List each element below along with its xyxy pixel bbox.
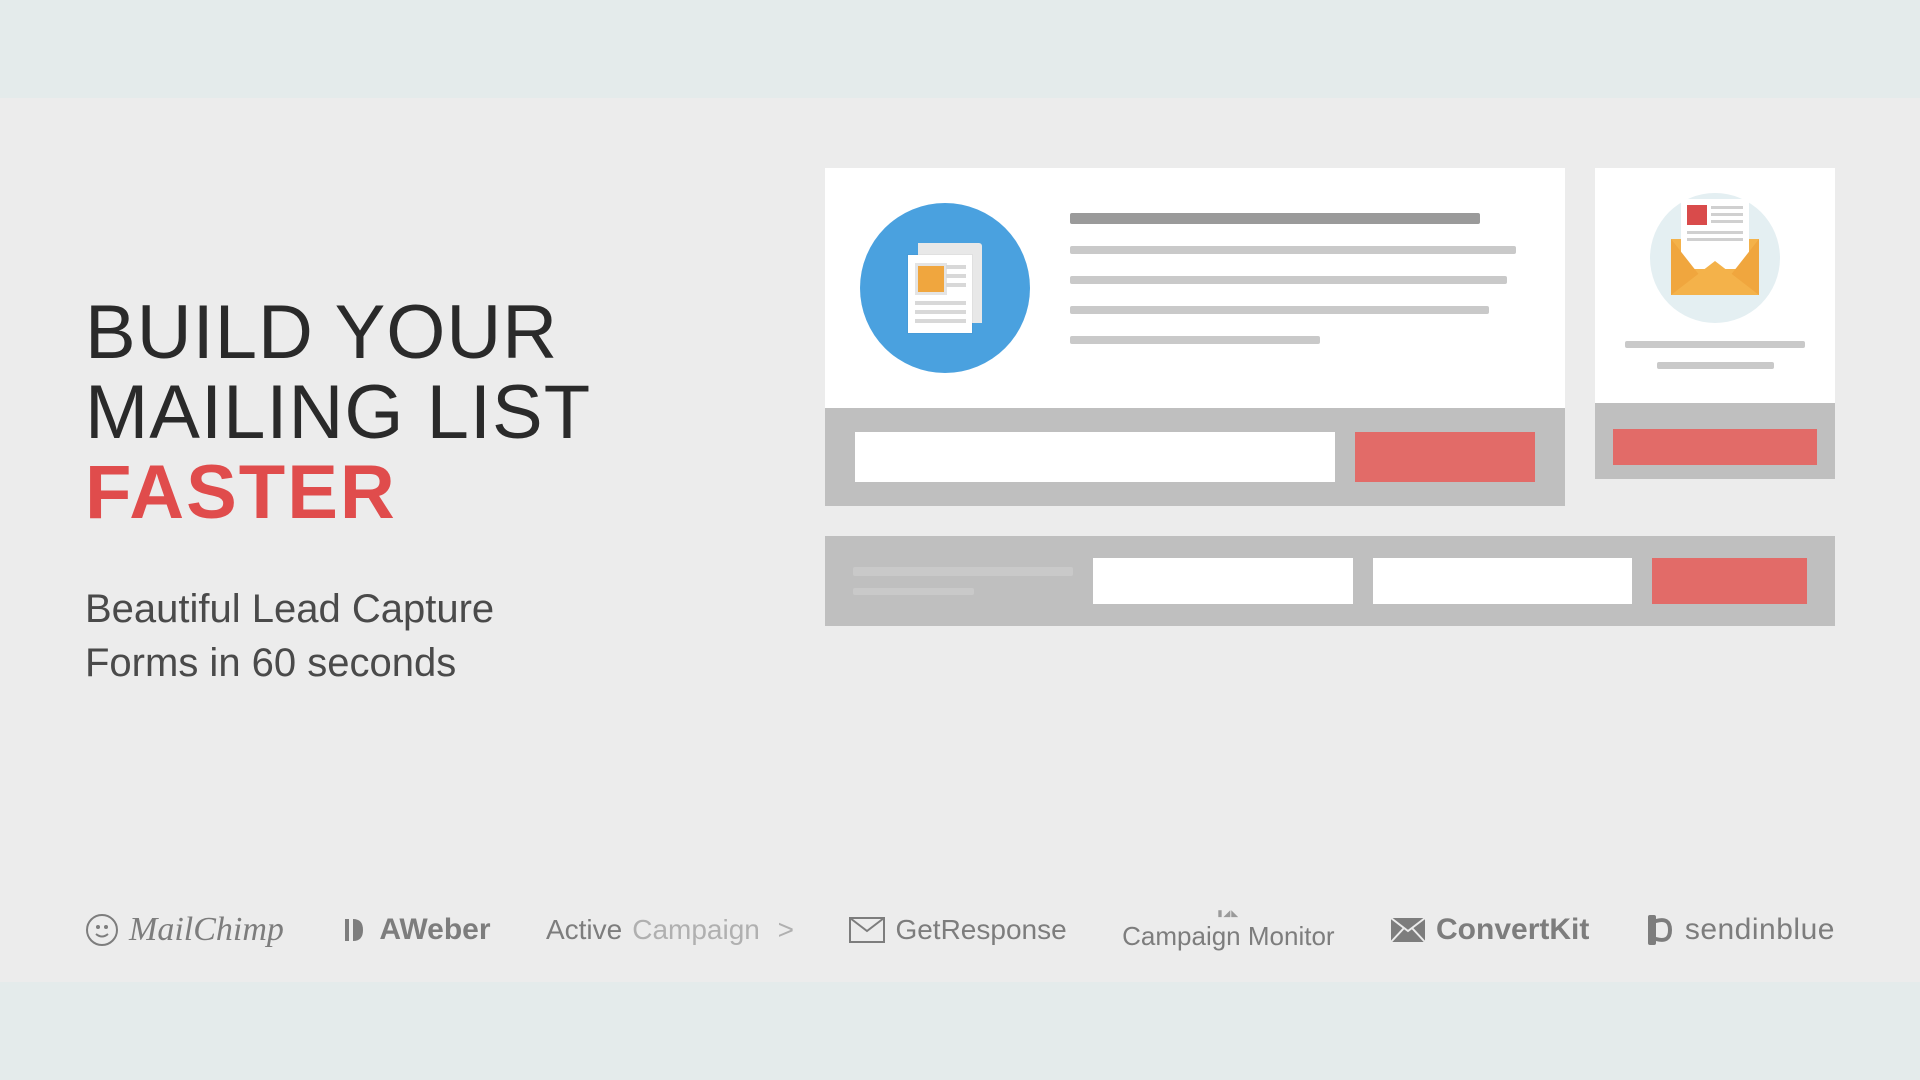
headline: BUILD YOUR MAILING LIST FASTER: [85, 293, 785, 532]
aweber-logo: AWeber: [339, 913, 490, 947]
email-input-mock: [855, 432, 1335, 482]
form-mock-wide-content: [825, 168, 1565, 408]
form-mock-wide-inputs: [825, 408, 1565, 506]
form-mock-narrow-content: [1595, 168, 1835, 403]
subheadline-line1: Beautiful Lead Capture: [85, 582, 785, 636]
convertkit-label: ConvertKit: [1436, 913, 1589, 947]
mailchimp-icon: [85, 913, 119, 947]
submit-button-mock: [1652, 558, 1807, 604]
name-input-mock: [1093, 558, 1353, 604]
subheadline: Beautiful Lead Capture Forms in 60 secon…: [85, 582, 785, 690]
envelope-icon: [1650, 193, 1780, 323]
integration-logos: MailChimp AWeber Active Campaign > GetRes…: [85, 868, 1835, 952]
placeholder-text-lines: [853, 567, 1073, 595]
aweber-icon: [339, 915, 369, 945]
subheadline-line2: Forms in 60 seconds: [85, 636, 785, 690]
campaignmonitor-logo: ▮◢◣ Campaign Monitor: [1122, 908, 1334, 952]
aweber-label: AWeber: [379, 913, 490, 947]
placeholder-text-lines: [1070, 203, 1525, 366]
campaignmonitor-label: Campaign Monitor: [1122, 921, 1334, 952]
activecampaign-label-a: Active: [546, 914, 622, 946]
convertkit-logo: ConvertKit: [1390, 913, 1589, 947]
form-mock-narrow-inputs: [1595, 403, 1835, 479]
form-mockups: [825, 168, 1835, 868]
headline-line2: MAILING LIST: [85, 373, 785, 453]
submit-button-mock: [1355, 432, 1535, 482]
mailchimp-logo: MailChimp: [85, 911, 284, 949]
promo-banner: BUILD YOUR MAILING LIST FASTER Beautiful…: [0, 98, 1920, 982]
form-row-1: [825, 168, 1835, 506]
envelope-icon: [1390, 917, 1426, 943]
newsletter-icon: [860, 203, 1030, 373]
submit-button-mock: [1613, 429, 1817, 465]
sendinblue-logo: sendinblue: [1645, 913, 1835, 947]
form-mock-bar: [825, 536, 1835, 626]
top-section: BUILD YOUR MAILING LIST FASTER Beautiful…: [85, 168, 1835, 868]
email-input-mock: [1373, 558, 1633, 604]
form-mock-wide: [825, 168, 1565, 506]
getresponse-label: GetResponse: [895, 914, 1066, 946]
hero-text: BUILD YOUR MAILING LIST FASTER Beautiful…: [85, 168, 785, 868]
headline-accent: FASTER: [85, 453, 785, 533]
document-icon: [908, 243, 982, 333]
getresponse-logo: GetResponse: [849, 914, 1066, 946]
campaignmonitor-icon: ▮◢◣: [1217, 908, 1239, 919]
activecampaign-logo: Active Campaign >: [546, 914, 794, 946]
mailchimp-label: MailChimp: [129, 911, 284, 949]
headline-line1: BUILD YOUR: [85, 293, 785, 373]
sendinblue-label: sendinblue: [1685, 913, 1835, 947]
form-mock-narrow: [1595, 168, 1835, 506]
activecampaign-label-b: Campaign: [632, 914, 760, 946]
chevron-right-icon: >: [770, 914, 794, 946]
envelope-icon: [849, 917, 885, 943]
sendinblue-icon: [1645, 913, 1675, 947]
